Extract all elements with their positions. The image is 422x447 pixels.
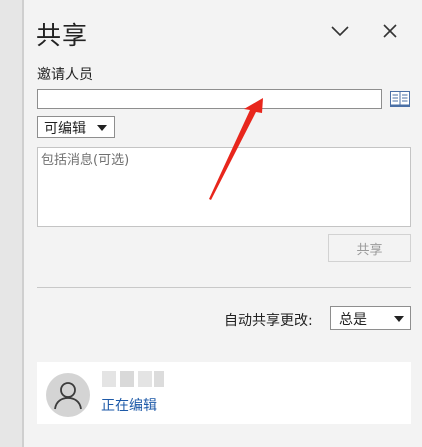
auto-share-dropdown-value: 总是 <box>339 312 367 328</box>
share-pane: 共享 邀请人员 可编辑 共享 自动共享更改: 总是 <box>24 0 422 447</box>
invite-people-input[interactable] <box>37 89 382 109</box>
dropdown-arrow-icon <box>394 316 404 322</box>
pane-title: 共享 <box>36 21 89 50</box>
shared-person-card[interactable]: 正在编辑 <box>37 362 411 424</box>
message-textarea[interactable] <box>37 147 411 227</box>
permission-dropdown-value: 可编辑 <box>44 121 86 137</box>
close-icon[interactable] <box>380 21 400 41</box>
invite-people-label: 邀请人员 <box>37 67 93 83</box>
section-divider <box>37 287 411 288</box>
redacted-name <box>102 371 164 387</box>
editing-status: 正在编辑 <box>101 398 157 414</box>
person-icon <box>46 373 90 417</box>
left-window-strip <box>0 0 22 447</box>
auto-share-label: 自动共享更改: <box>224 313 313 329</box>
permission-dropdown[interactable]: 可编辑 <box>37 116 115 138</box>
address-book-icon[interactable] <box>389 89 411 109</box>
dropdown-arrow-icon <box>97 125 107 131</box>
share-button[interactable]: 共享 <box>328 234 411 262</box>
auto-share-dropdown[interactable]: 总是 <box>330 306 411 330</box>
chevron-down-icon[interactable] <box>329 22 351 40</box>
